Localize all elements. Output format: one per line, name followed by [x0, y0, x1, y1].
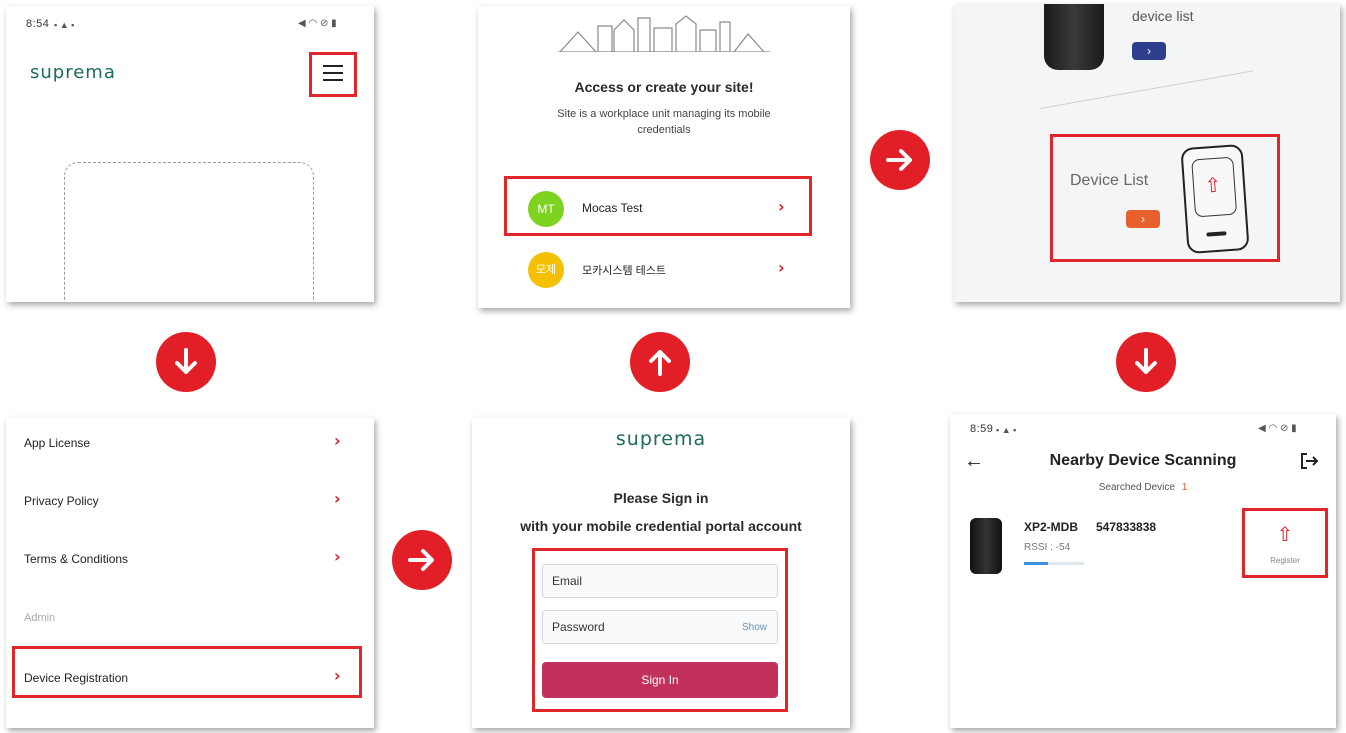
divider-line — [1039, 70, 1253, 109]
status-icons-right: ◀ ◠ ⊘ ▮ — [298, 18, 337, 29]
panel-device-list-menu: device list › Device List › ⇧ — [954, 4, 1340, 302]
signal-strength-fill — [1024, 562, 1048, 565]
logout-icon-svg — [1301, 453, 1319, 469]
panel-settings-menu: App License › Privacy Policy › Terms & C… — [6, 418, 374, 728]
menu-item[interactable]: App License › — [6, 428, 374, 458]
back-arrow-icon[interactable]: ← — [964, 450, 984, 473]
status-icons: ▪ ▲ ▪ — [54, 20, 75, 30]
device-list-top-button[interactable]: › — [1132, 42, 1166, 60]
searched-device-count: 1 — [1181, 482, 1188, 493]
sign-in-heading: Please Sign in — [613, 490, 709, 506]
panel-site-selection: Access or create your site! Site is a wo… — [478, 6, 850, 308]
flow-arrow-down-icon — [156, 332, 216, 392]
device-rssi: RSSI : -54 — [1024, 542, 1071, 553]
highlight-device-list — [1050, 134, 1280, 262]
status-bar-time: 8:54 — [26, 18, 50, 30]
panel-sign-in: suprema Please Sign in with your mobile … — [472, 418, 850, 728]
highlight-sign-in-form — [532, 548, 788, 712]
site-row[interactable]: 모제 모카시스템 테스트 › — [508, 250, 808, 288]
device-list-item: XP2-MDB 547833838 RSSI : -54 — [966, 514, 1226, 584]
suprema-logo: suprema — [615, 428, 707, 450]
site-name: 모카시스템 테스트 — [582, 265, 667, 277]
status-bar-time: 8:59 — [970, 423, 994, 435]
device-list-top-label: device list — [1132, 8, 1194, 24]
menu-item-label: Privacy Policy — [24, 494, 99, 508]
flow-arrow-right-icon — [392, 530, 452, 590]
status-icons: ▪ ▲ ▪ — [996, 425, 1017, 435]
logout-icon[interactable] — [1298, 450, 1320, 472]
menu-item[interactable]: Terms & Conditions › — [6, 544, 374, 574]
device-image-top — [1044, 4, 1104, 70]
searched-device-label: Searched Device — [1098, 482, 1175, 493]
panel-home-screen: 8:54 ▪ ▲ ▪ ◀ ◠ ⊘ ▮ suprema — [6, 6, 374, 302]
highlight-register-button — [1242, 508, 1328, 578]
device-thumbnail — [970, 518, 1002, 574]
suprema-logo: suprema — [30, 62, 116, 83]
searched-device-row: Searched Device 1 — [950, 482, 1336, 493]
highlight-device-registration — [12, 646, 362, 698]
admin-section-label: Admin — [24, 612, 56, 624]
page-title: Nearby Device Scanning — [1049, 452, 1237, 469]
chevron-right-icon: › — [334, 431, 341, 450]
signal-strength-bar — [1024, 562, 1084, 565]
site-subtext-line1: Site is a workplace unit managing its mo… — [557, 108, 771, 120]
sign-in-subheading: with your mobile credential portal accou… — [520, 518, 802, 534]
flow-arrow-up-icon — [630, 332, 690, 392]
menu-item-label: Terms & Conditions — [24, 552, 129, 566]
highlight-site-mocas-test — [504, 176, 812, 236]
site-heading: Access or create your site! — [574, 79, 754, 95]
city-skyline-illustration — [558, 15, 770, 52]
highlight-menu-button — [309, 52, 357, 97]
flow-arrow-down-icon — [1116, 332, 1176, 392]
site-subtext-line2: credentials — [637, 124, 691, 136]
chevron-right-icon: › — [334, 489, 341, 508]
flow-arrow-right-icon — [870, 130, 930, 190]
menu-item[interactable]: Privacy Policy › — [6, 486, 374, 516]
panel-nearby-scanning: 8:59 ▪ ▲ ▪ ◀ ◠ ⊘ ▮ ← Nearby Device Scann… — [950, 414, 1336, 728]
site-avatar: 모제 — [528, 252, 564, 288]
device-name: XP2-MDB — [1024, 520, 1079, 534]
chevron-right-icon: › — [334, 547, 341, 566]
device-id: 547833838 — [1096, 520, 1157, 534]
menu-item-label: App License — [24, 436, 91, 450]
qr-placeholder-frame — [64, 162, 314, 302]
status-icons-right: ◀ ◠ ⊘ ▮ — [1258, 423, 1297, 434]
chevron-right-icon: › — [778, 258, 785, 277]
